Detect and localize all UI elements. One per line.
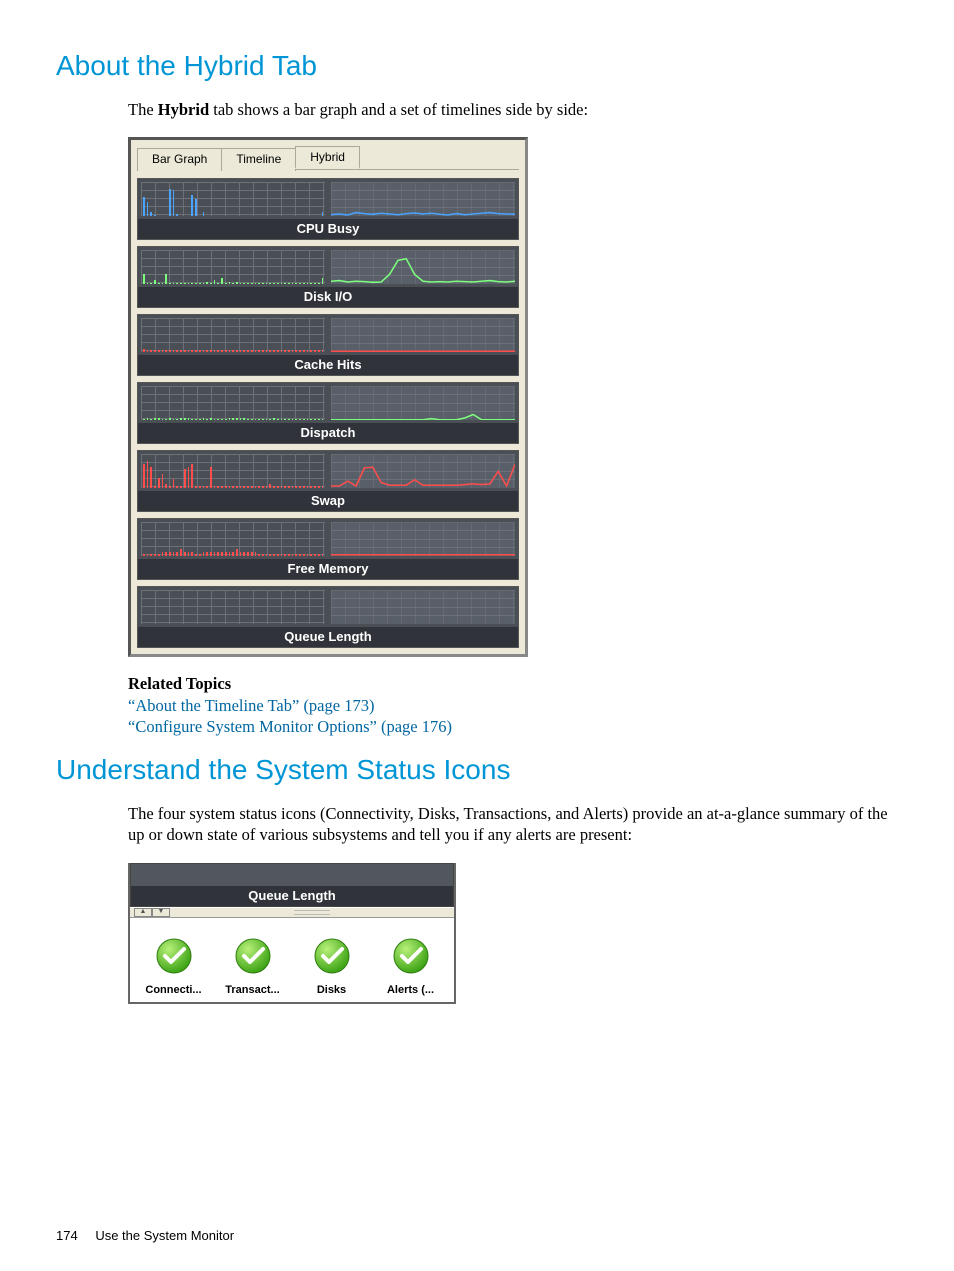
text: tab shows a bar graph and a set of timel… (209, 100, 588, 119)
page-footer: 174 Use the System Monitor (56, 1228, 234, 1243)
metric-label: Queue Length (138, 627, 518, 647)
tab-hybrid[interactable]: Hybrid (295, 146, 360, 169)
metric-disk-i-o: Disk I/O (137, 246, 519, 308)
metric-label: Dispatch (138, 423, 518, 443)
related-topics-heading: Related Topics (128, 673, 906, 695)
status-icon-disks[interactable]: Disks (297, 936, 367, 996)
metric-cpu-busy: CPU Busy (137, 178, 519, 240)
chapter-title: Use the System Monitor (95, 1228, 234, 1243)
hybrid-tab-panel: Bar Graph Timeline Hybrid CPU Busy Disk I… (128, 137, 528, 657)
metric-label: CPU Busy (138, 219, 518, 239)
intro-paragraph: The Hybrid tab shows a bar graph and a s… (128, 99, 906, 121)
tab-bar-graph[interactable]: Bar Graph (137, 148, 222, 171)
check-ok-icon (154, 936, 194, 976)
splitter-bar[interactable]: ▲ ▼ (130, 907, 454, 918)
expand-down-icon[interactable]: ▼ (152, 908, 170, 917)
tab-strip: Bar Graph Timeline Hybrid (131, 140, 525, 169)
queue-length-graph-strip (131, 864, 453, 886)
metric-dispatch: Dispatch (137, 382, 519, 444)
status-icons-panel: Queue Length ▲ ▼ Connecti... Transact... D… (128, 863, 456, 1004)
metric-queue-length: Queue Length (137, 586, 519, 648)
section-heading-status-icons: Understand the System Status Icons (56, 754, 906, 786)
metric-label: Swap (138, 491, 518, 511)
status-icon-label: Connecti... (145, 984, 201, 996)
check-ok-icon (391, 936, 431, 976)
check-ok-icon (312, 936, 352, 976)
status-icon-alerts[interactable]: Alerts (... (376, 936, 446, 996)
metric-label: Disk I/O (138, 287, 518, 307)
check-ok-icon (233, 936, 273, 976)
emphasis: Hybrid (158, 100, 209, 119)
link-configure-system-monitor[interactable]: “Configure System Monitor Options” (page… (128, 717, 452, 736)
metric-free-memory: Free Memory (137, 518, 519, 580)
status-icon-transact[interactable]: Transact... (218, 936, 288, 996)
status-icon-label: Alerts (... (387, 984, 434, 996)
metric-cache-hits: Cache Hits (137, 314, 519, 376)
page-number: 174 (56, 1228, 78, 1243)
queue-length-label: Queue Length (131, 886, 453, 906)
status-icon-label: Disks (317, 984, 346, 996)
metric-label: Free Memory (138, 559, 518, 579)
metric-label: Cache Hits (138, 355, 518, 375)
tab-timeline[interactable]: Timeline (221, 148, 296, 171)
text: The (128, 100, 158, 119)
collapse-up-icon[interactable]: ▲ (134, 908, 152, 917)
metric-swap: Swap (137, 450, 519, 512)
section-heading-hybrid: About the Hybrid Tab (56, 50, 906, 82)
status-icon-connecti[interactable]: Connecti... (139, 936, 209, 996)
status-icon-label: Transact... (225, 984, 279, 996)
status-icons-paragraph: The four system status icons (Connectivi… (128, 803, 906, 847)
link-about-timeline-tab[interactable]: “About the Timeline Tab” (page 173) (128, 696, 374, 715)
